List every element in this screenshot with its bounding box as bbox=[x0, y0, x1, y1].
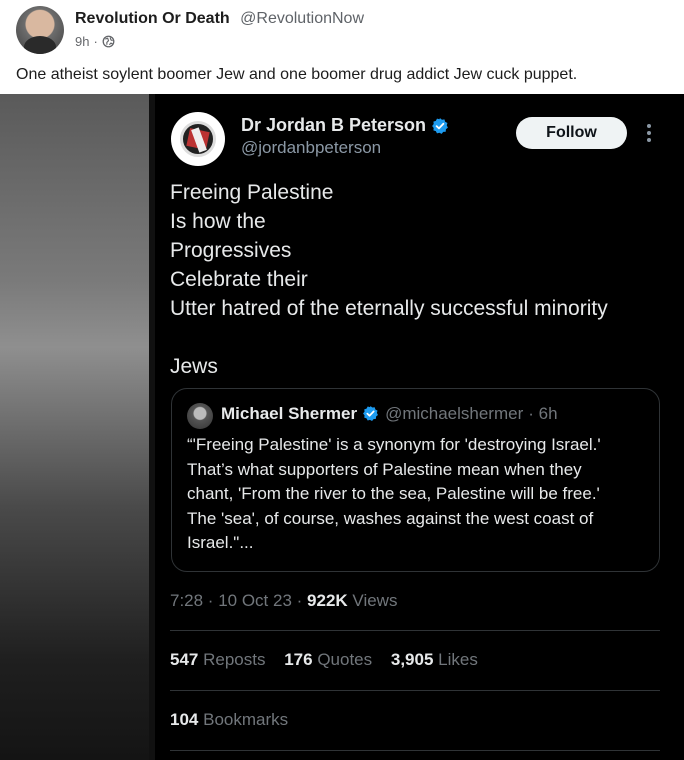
bookmarks-stat: 104 Bookmarks bbox=[170, 710, 288, 730]
quotes-count: 176 bbox=[284, 650, 313, 669]
post-media-image[interactable]: Dr Jordan B Peterson @jordanbpeterson Fo… bbox=[0, 94, 684, 760]
likes-label: Likes bbox=[438, 650, 478, 669]
tweet-timestamp: 7:28 · 10 Oct 23 · bbox=[170, 591, 303, 610]
views-count: 922K bbox=[307, 591, 348, 610]
tweet-line: Is how the bbox=[170, 210, 266, 233]
post-header: Revolution Or Death @RevolutionNow 9h · bbox=[16, 6, 676, 58]
quoted-line: Israel."... bbox=[187, 533, 254, 552]
post-time[interactable]: 9h bbox=[75, 34, 89, 49]
meta-separator: · bbox=[93, 34, 98, 49]
quoted-time: · 6h bbox=[528, 404, 558, 423]
author-line: Revolution Or Death @RevolutionNow bbox=[75, 10, 364, 28]
post-meta: 9h · bbox=[75, 34, 115, 49]
author-avatar[interactable] bbox=[16, 6, 64, 54]
verified-icon bbox=[362, 405, 380, 423]
quoted-line: “'Freeing Palestine' is a synonym for 'd… bbox=[187, 435, 601, 454]
quoted-author-avatar bbox=[187, 403, 213, 429]
tweet-name-row: Dr Jordan B Peterson bbox=[241, 115, 449, 136]
tweet-line: Utter hatred of the eternally successful… bbox=[170, 297, 608, 320]
post-text: One atheist soylent boomer Jew and one b… bbox=[16, 66, 578, 83]
quoted-line: chant, 'From the river to the sea, Pales… bbox=[187, 484, 600, 503]
tweet-body: Freeing Palestine Is how the Progressive… bbox=[170, 178, 665, 381]
verified-icon bbox=[431, 117, 449, 135]
quoted-author-handle: @michaelshermer bbox=[385, 404, 524, 423]
bookmarks-count: 104 bbox=[170, 710, 199, 729]
quotes-stat: 176 Quotes bbox=[284, 650, 377, 669]
tweet-author-name: Dr Jordan B Peterson bbox=[241, 115, 427, 135]
divider bbox=[170, 750, 660, 751]
reposts-stat: 547 Reposts bbox=[170, 650, 270, 669]
quoted-tweet: Michael Shermer @michaelshermer · 6h “'F… bbox=[171, 388, 660, 572]
tweet-author-handle: @jordanbpeterson bbox=[241, 138, 382, 157]
tweet-line: Celebrate their bbox=[170, 268, 308, 291]
avatar-logo bbox=[180, 121, 216, 157]
globe-icon bbox=[102, 35, 115, 48]
reposts-label: Reposts bbox=[203, 650, 266, 669]
reposts-count: 547 bbox=[170, 650, 199, 669]
more-options-icon bbox=[643, 122, 655, 144]
quoted-text: “'Freeing Palestine' is a synonym for 'd… bbox=[187, 433, 652, 556]
quoted-line: That’s what supporters of Palestine mean… bbox=[187, 459, 582, 479]
media-right-edge bbox=[668, 94, 684, 760]
tweet-timestamp-views: 7:28 · 10 Oct 23 · 922K Views bbox=[170, 591, 397, 611]
quoted-author-name: Michael Shermer bbox=[221, 404, 358, 423]
follow-button: Follow bbox=[516, 117, 627, 149]
divider bbox=[170, 630, 660, 631]
divider bbox=[170, 690, 660, 691]
tweet-stats: 547 Reposts 176 Quotes 3,905 Likes bbox=[170, 650, 492, 670]
views-label: Views bbox=[352, 591, 398, 610]
quoted-line: The 'sea', of course, washes against the… bbox=[187, 508, 594, 528]
quotes-label: Quotes bbox=[317, 650, 373, 669]
bookmarks-label: Bookmarks bbox=[203, 710, 289, 729]
media-left-edge bbox=[0, 94, 155, 760]
tweet-author-avatar bbox=[171, 112, 225, 166]
likes-count: 3,905 bbox=[390, 650, 434, 669]
tweet-line: Progressives bbox=[170, 239, 292, 262]
embedded-tweet: Dr Jordan B Peterson @jordanbpeterson Fo… bbox=[155, 94, 670, 760]
quoted-header: Michael Shermer @michaelshermer · 6h bbox=[221, 404, 558, 424]
likes-stat: 3,905 Likes bbox=[391, 650, 478, 669]
tweet-line: Jews bbox=[170, 355, 218, 378]
author-handle[interactable]: @RevolutionNow bbox=[240, 10, 364, 27]
tweet-line: Freeing Palestine bbox=[170, 181, 334, 204]
author-name[interactable]: Revolution Or Death bbox=[75, 10, 230, 27]
